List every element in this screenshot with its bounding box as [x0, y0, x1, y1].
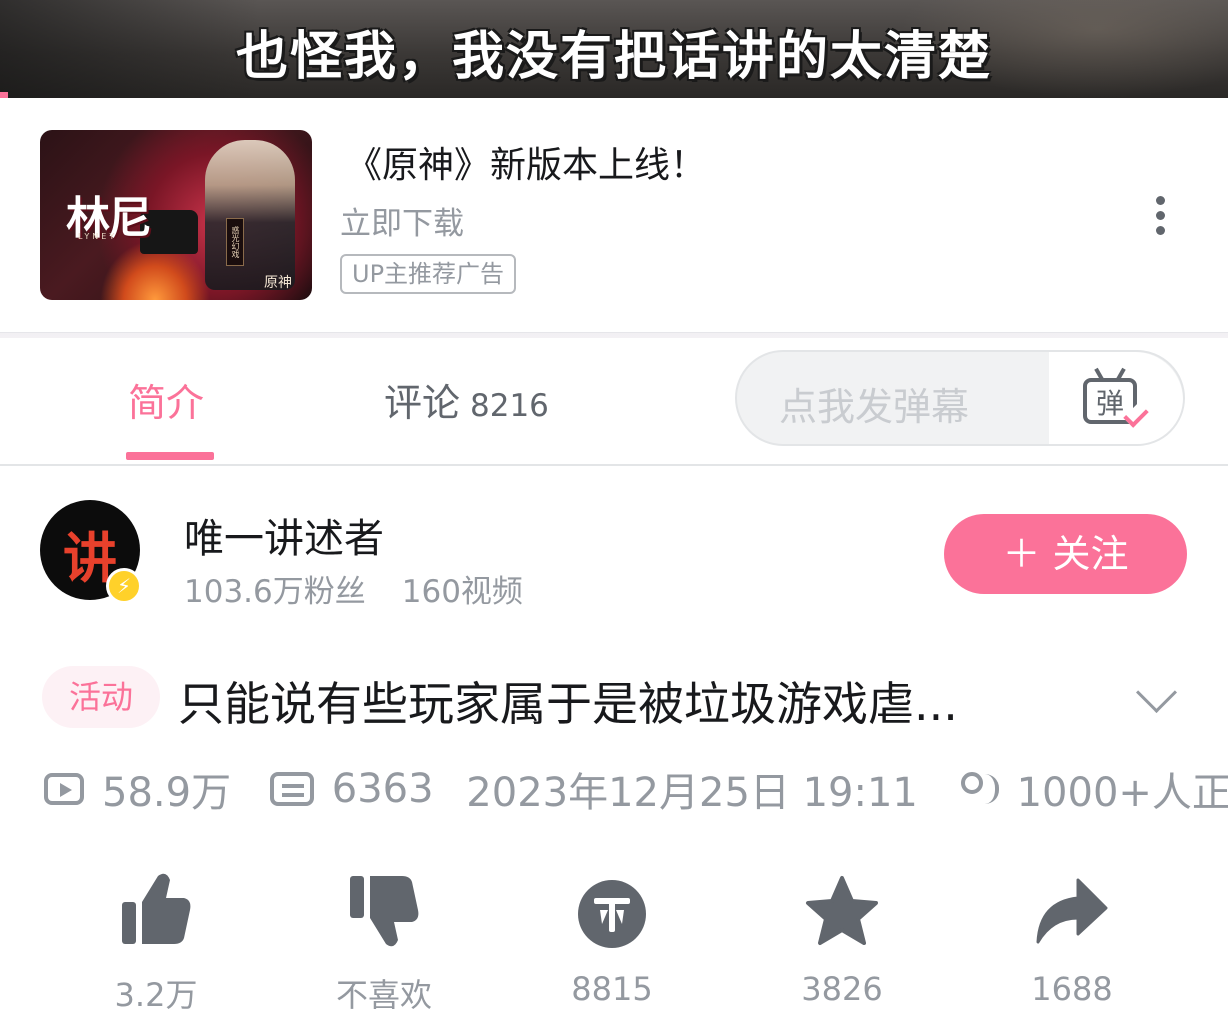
danmaku-placeholder: 点我发弹幕 — [779, 385, 970, 429]
dislike-button[interactable]: 不喜欢 — [294, 868, 474, 1016]
chevron-down-icon[interactable] — [1135, 671, 1178, 714]
uploader-fans: 103.6万粉丝 — [184, 574, 366, 610]
people-icon — [959, 770, 1003, 808]
like-button[interactable]: 3.2万 — [66, 868, 246, 1016]
favorite-button[interactable]: 3826 — [752, 868, 932, 1008]
coin-count: 8815 — [571, 970, 653, 1008]
tab-bar: 简介 评论 8216 点我发弹幕 弹 — [0, 338, 1228, 466]
ad-thumbnail[interactable]: 林尼 LYNEY 惑光幻戏 原神 — [40, 130, 312, 300]
danmaku-count: 6363 — [331, 766, 434, 812]
thumbnail-logo-subtext: LYNEY — [78, 232, 118, 241]
tab-comments-label: 评论 — [384, 381, 461, 425]
thumbs-down-icon — [294, 868, 474, 952]
active-tab-indicator — [126, 452, 214, 460]
play-count-icon — [44, 773, 84, 805]
follow-button[interactable]: ＋ 关注 — [944, 514, 1187, 594]
thumbnail-character-art — [205, 140, 295, 290]
thumbs-up-icon — [66, 868, 246, 952]
tab-intro[interactable]: 简介 — [128, 372, 204, 427]
dislike-label: 不喜欢 — [335, 976, 432, 1014]
video-title[interactable]: 只能说有些玩家属于是被垃圾游戏虐... — [178, 668, 958, 734]
star-icon — [752, 868, 932, 952]
more-dot — [1156, 226, 1165, 235]
coin-button[interactable]: 8815 — [522, 868, 702, 1008]
more-dot — [1156, 211, 1165, 220]
tab-intro-label: 简介 — [128, 381, 205, 425]
like-count: 3.2万 — [114, 976, 198, 1014]
view-count: 58.9万 — [102, 770, 232, 816]
share-count: 1688 — [1031, 970, 1113, 1008]
ad-title[interactable]: 《原神》新版本上线！ — [346, 136, 706, 188]
danmaku-input[interactable]: 点我发弹幕 弹 — [735, 350, 1185, 446]
uploader-name[interactable]: 唯一讲述者 — [184, 506, 384, 564]
ad-download-link[interactable]: 立即下载 — [340, 198, 464, 243]
tab-comments[interactable]: 评论 8216 — [384, 372, 549, 427]
video-meta: 58.9万 6363 2023年12月25日 19:11 1000+人正.. — [44, 760, 1228, 816]
ad-label-badge: UP主推荐广告 — [340, 254, 517, 294]
thumbnail-brand-logo: 原神 — [264, 275, 292, 291]
favorite-count: 3826 — [801, 970, 883, 1008]
uploader-videos: 160视频 — [401, 574, 523, 610]
watching-count: 1000+人正.. — [1016, 770, 1228, 816]
share-button[interactable]: 1688 — [982, 868, 1162, 1008]
video-subtitle: 也怪我，我没有把话讲的太清楚 — [235, 27, 992, 87]
danmaku-settings-button[interactable]: 弹 — [1049, 352, 1183, 444]
verified-lightning-icon: ⚡ — [106, 568, 142, 604]
more-options-icon[interactable] — [1150, 196, 1170, 236]
ad-card[interactable]: 林尼 LYNEY 惑光幻戏 原神 《原神》新版本上线！ 立即下载 UP主推荐广告 — [0, 98, 1228, 332]
share-arrow-icon — [982, 868, 1162, 952]
thumbnail-vertical-tag: 惑光幻戏 — [226, 218, 244, 266]
uploader-stats: 103.6万粉丝 160视频 — [184, 566, 523, 611]
action-bar: 3.2万 不喜欢 8815 3826 1688 — [0, 868, 1228, 1016]
activity-tag[interactable]: 活动 — [42, 666, 160, 728]
coin-icon — [522, 868, 702, 952]
video-player[interactable]: 也怪我，我没有把话讲的太清楚 — [0, 0, 1228, 98]
publish-date: 2023年12月25日 19:11 — [466, 770, 918, 816]
danmaku-count-icon — [269, 772, 314, 806]
tab-comments-count: 8216 — [470, 388, 549, 424]
more-dot — [1156, 196, 1165, 205]
